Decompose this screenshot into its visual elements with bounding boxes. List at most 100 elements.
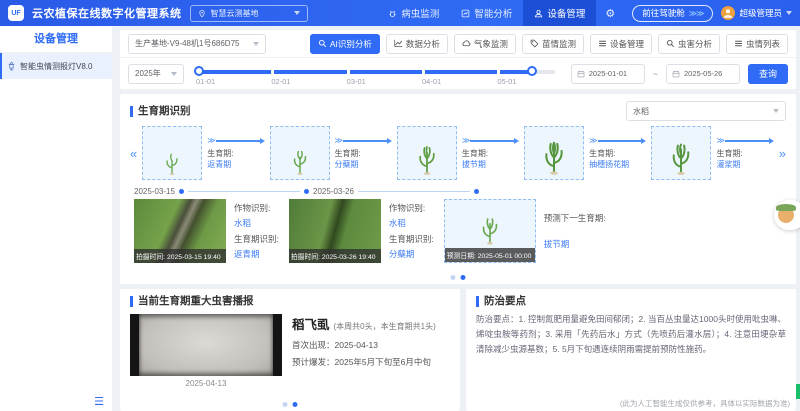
data-analysis-button[interactable]: 数据分析: [386, 34, 448, 54]
nav-item-label: 智能分析: [474, 6, 512, 20]
next-stages-chevron-icon[interactable]: »: [779, 147, 786, 160]
time-filter-row: 2025年 01-01 02-01 03-01: [120, 58, 796, 89]
stage-name[interactable]: 拔节期: [462, 159, 519, 170]
arrow-icon: ≫: [207, 136, 264, 145]
carousel-dot[interactable]: [283, 402, 288, 407]
slider-tick: 01-01: [196, 77, 215, 86]
field-photo[interactable]: 拍摄时间: 2025-03-15 19:40: [134, 199, 226, 263]
settings-gear-icon[interactable]: ⚙: [596, 7, 624, 20]
tag-icon: [530, 39, 539, 48]
nav-item-device-management[interactable]: 设备管理: [523, 0, 596, 26]
crop-label: 作物识别:: [389, 202, 434, 214]
device-manage-button[interactable]: 设备管理: [590, 34, 652, 54]
year-select[interactable]: 2025年: [128, 64, 184, 84]
arrow-icon: ≫: [462, 136, 519, 145]
stage-transition: ≫ 生育期: 灌浆期: [716, 126, 773, 180]
cockpit-button[interactable]: 前往驾驶舱 ≫≫: [632, 5, 713, 22]
carousel-dot[interactable]: [461, 275, 466, 280]
base-select[interactable]: 智慧云测基地: [190, 5, 308, 22]
stage-value[interactable]: 分蘖期: [389, 248, 434, 260]
app-logo-icon: UF: [8, 5, 24, 21]
stage-label: 生育期:: [207, 148, 264, 159]
crop-value[interactable]: 水稻: [389, 217, 434, 229]
stage-value[interactable]: 返青期: [234, 248, 279, 260]
stage-name[interactable]: 抽穗扬花期: [589, 159, 646, 170]
carousel-dot[interactable]: [293, 402, 298, 407]
crop-select[interactable]: 水稻: [626, 101, 786, 121]
stage-image-box[interactable]: [270, 126, 330, 180]
stage-image-box[interactable]: [524, 126, 584, 180]
pest-list-button[interactable]: 虫情列表: [726, 34, 788, 54]
chevron-down-icon: [786, 11, 792, 15]
stage-image-box[interactable]: [397, 126, 457, 180]
timeline-dot: [179, 189, 184, 194]
pest-analysis-button[interactable]: 虫害分析: [658, 34, 720, 54]
weather-monitor-button[interactable]: 气象监测: [454, 34, 516, 54]
search-button[interactable]: 查询: [748, 64, 788, 84]
stage-label: 生育期:: [589, 148, 646, 159]
start-date-input[interactable]: 2025-01-01: [571, 64, 645, 84]
app-window: UF 云农植保在线数字化管理系统 智慧云测基地 病虫监测 智能分析 设备管理 ⚙: [0, 0, 800, 411]
stage-name[interactable]: 返青期: [207, 159, 264, 170]
user-menu[interactable]: 超级管理员: [721, 6, 792, 20]
ai-analysis-button[interactable]: AI识别分析: [310, 34, 380, 54]
prediction-image[interactable]: 预测日期: 2025-05-01 00:00: [444, 199, 536, 263]
stage-transition: ≫ 生育期: 分蘖期: [335, 126, 392, 180]
crop-value[interactable]: 水稻: [234, 217, 279, 229]
field-photo[interactable]: 拍摄时间: 2025-03-26 19:40: [289, 199, 381, 263]
sidebar-item-pest-lamp[interactable]: 智能虫情测报灯V8.0: [0, 53, 112, 79]
user-name: 超级管理员: [739, 7, 782, 19]
device-select[interactable]: 生产基地-V9-48机1号686D75: [128, 34, 266, 54]
toolbar-row: 生产基地-V9-48机1号686D75 AI识别分析 数据分析: [120, 30, 796, 58]
calendar-icon: [577, 70, 585, 78]
lamp-icon: [7, 61, 16, 71]
pest-trap-photo[interactable]: [130, 314, 282, 376]
stage-name[interactable]: 分蘖期: [335, 159, 392, 170]
slider-handle-start[interactable]: [194, 66, 204, 76]
toolbar-buttons: AI识别分析 数据分析 气象监测 苗情监测: [310, 34, 788, 54]
predict-label: 预测下一生育期:: [544, 212, 606, 224]
stage-flow: « ≫ 生育期: 返青期 ≫ 生育期: 分蘖期: [130, 126, 786, 180]
button-label: 设备管理: [610, 38, 644, 50]
stage-transition: ≫ 生育期: 返青期: [207, 126, 264, 180]
stage-label: 生育期识别:: [234, 233, 279, 245]
nav-item-pest-monitoring[interactable]: 病虫监测: [377, 0, 450, 26]
sidebar-collapse-icon[interactable]: ☰: [94, 395, 104, 408]
predict-stage-value[interactable]: 拔节期: [544, 238, 606, 250]
slider-gap: [497, 70, 500, 74]
app-title: 云农植保在线数字化管理系统: [32, 5, 182, 21]
prev-stages-chevron-icon[interactable]: «: [130, 147, 137, 160]
chevron-down-icon: [253, 42, 259, 46]
assistant-mascot-button[interactable]: [774, 200, 800, 230]
seedling-monitor-button[interactable]: 苗情监测: [522, 34, 584, 54]
weather-cloud-icon: [462, 39, 471, 48]
list-icon: [734, 39, 743, 48]
year-select-value: 2025年: [135, 68, 161, 79]
slider-gap: [422, 70, 425, 74]
stage-image-box[interactable]: [142, 126, 202, 180]
pest-broadcast-card: 当前生育期重大虫害播报 2025-04-13 稻飞虱 (本周共0头，本生育期共1…: [120, 289, 460, 411]
photo-overlay: 拍摄时间: 2025-03-15 19:40: [134, 249, 226, 263]
device-icon: [534, 9, 543, 18]
search-icon: [318, 39, 327, 48]
chart-icon: [461, 9, 470, 18]
button-label: 气象监测: [474, 38, 508, 50]
calendar-icon: [672, 70, 680, 78]
carousel-dot[interactable]: [451, 275, 456, 280]
scroll-indicator: [796, 384, 800, 399]
growth-period-card: 生育期识别 水稻 « ≫ 生育期: 返青期: [120, 94, 796, 284]
button-label: 数据分析: [406, 38, 440, 50]
date-range-slider[interactable]: 01-01 02-01 03-01 04-01 05-01: [196, 63, 555, 85]
list-icon: [598, 39, 607, 48]
slider-tick: 05-01: [497, 77, 516, 86]
slider-handle-end[interactable]: [527, 66, 537, 76]
prevention-section-title: 防治要点: [476, 296, 786, 307]
end-date-input[interactable]: 2025-05-26: [666, 64, 740, 84]
stage-name[interactable]: 灌浆期: [716, 159, 773, 170]
stage-image-box[interactable]: [651, 126, 711, 180]
nav-item-analysis[interactable]: 智能分析: [450, 0, 523, 26]
plant-icon: [290, 149, 310, 176]
first-seen-label: 首次出现：: [292, 340, 335, 350]
outbreak-value: 2025年5月下旬至6月中旬: [335, 357, 431, 367]
chevron-down-icon: [294, 11, 300, 15]
